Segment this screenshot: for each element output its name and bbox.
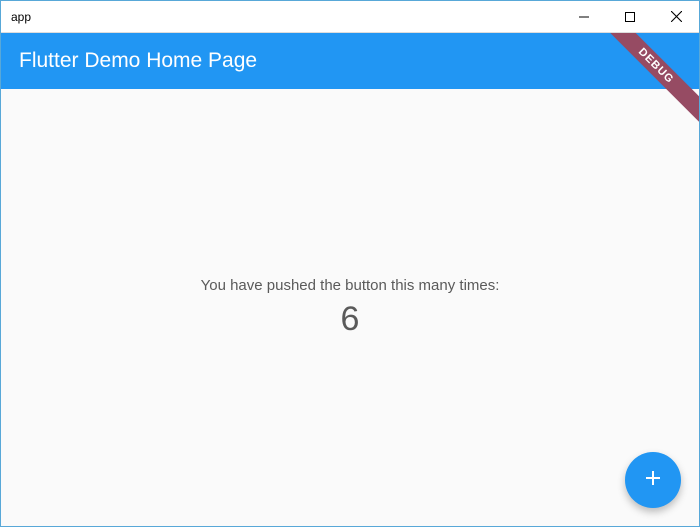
window-titlebar: app xyxy=(1,1,699,33)
window-controls xyxy=(561,1,699,32)
close-button[interactable] xyxy=(653,1,699,32)
counter-message: You have pushed the button this many tim… xyxy=(201,277,500,294)
window-title: app xyxy=(11,10,561,24)
increment-button[interactable] xyxy=(625,452,681,508)
app-bar-title: Flutter Demo Home Page xyxy=(19,49,257,73)
counter-value: 6 xyxy=(341,300,360,339)
app-bar: Flutter Demo Home Page xyxy=(1,33,699,89)
app-container: Flutter Demo Home Page You have pushed t… xyxy=(1,33,699,526)
plus-icon xyxy=(641,466,665,495)
minimize-button[interactable] xyxy=(561,1,607,32)
app-body: You have pushed the button this many tim… xyxy=(1,89,699,526)
maximize-button[interactable] xyxy=(607,1,653,32)
